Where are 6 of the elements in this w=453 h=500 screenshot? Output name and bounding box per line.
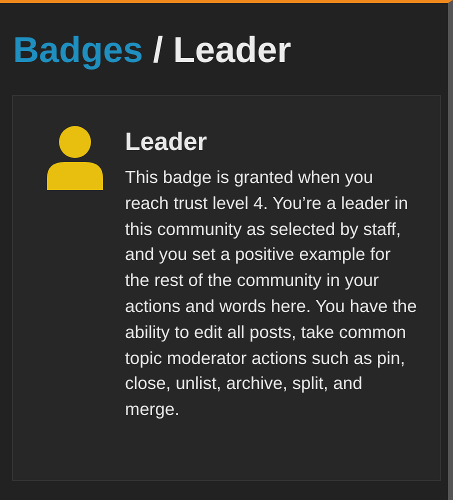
breadcrumb-separator: / xyxy=(153,29,164,71)
page-title: Leader xyxy=(173,29,292,71)
badge-description: This badge is granted when you reach trust level 4. You’re a leader in this community as selected by staff, and you set a positive example for the rest of the community in your actions and words here. You have the ability to edit all posts, take common topic moderator actions such as pin, close, unlist, archive, split, and merge. xyxy=(125,166,417,422)
badge-name: Leader xyxy=(125,128,208,157)
breadcrumb-link[interactable]: Badges xyxy=(13,29,144,71)
user-icon xyxy=(45,126,105,190)
